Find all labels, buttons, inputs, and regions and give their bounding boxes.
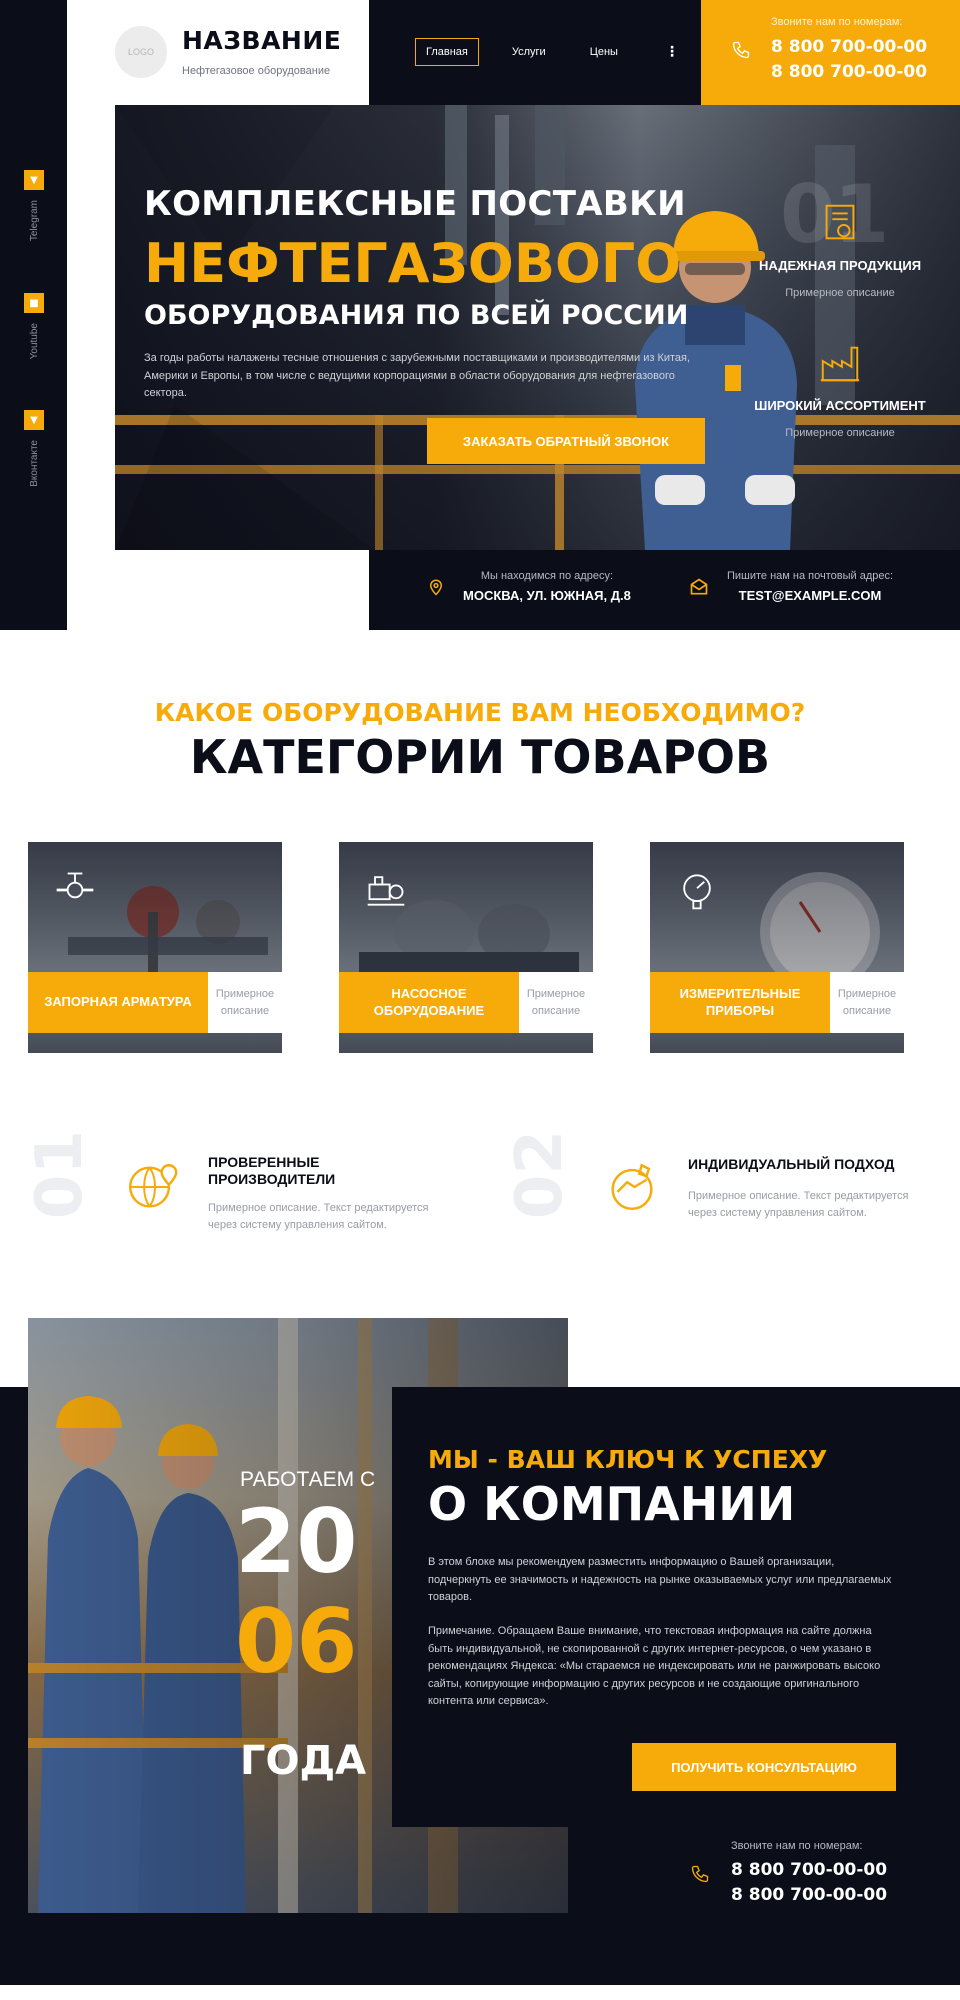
phone-number[interactable]: 8 800 700-00-00 xyxy=(731,1885,887,1905)
phone-icon xyxy=(691,1865,709,1883)
phone-number[interactable]: 8 800 700-00-00 xyxy=(731,1860,887,1880)
social-vk[interactable]: ▼ Вконтакте xyxy=(22,410,46,487)
address-info: Мы находимся по адресу: МОСКВА, УЛ. ЮЖНА… xyxy=(427,570,631,603)
contact-info-bar: Мы находимся по адресу: МОСКВА, УЛ. ЮЖНА… xyxy=(369,550,960,630)
globe-pin-icon xyxy=(129,1164,178,1208)
advantage-title: ПРОВЕРЕННЫЕ ПРОИЗВОДИТЕЛИ xyxy=(208,1154,336,1187)
factory-icon xyxy=(820,346,860,382)
phone-number[interactable]: 8 800 700-00-00 xyxy=(771,62,927,82)
advantage-desc: Примерное описание. Текст редактируется … xyxy=(208,1202,429,1231)
about-note: Примечание. Обращаем Ваше внимание, что … xyxy=(428,1625,881,1708)
phone-number[interactable]: 8 800 700-00-00 xyxy=(771,37,927,57)
nav-bar: Главная Услуги Цены ⋮ xyxy=(369,0,701,105)
logo: LOGO xyxy=(115,26,167,78)
brand-name: НАЗВАНИЕ xyxy=(182,26,342,55)
social-label: Telegram xyxy=(28,200,40,242)
category-card-instruments[interactable]: ИЗМЕРИТЕЛЬНЫЕ ПРИБОРЫ Примерное описание xyxy=(650,842,904,1053)
handshake-icon xyxy=(611,1163,653,1210)
email-value[interactable]: TEST@EXAMPLE.COM xyxy=(727,588,893,603)
category-desc: Примерное описание xyxy=(519,972,593,1033)
logo-block[interactable]: LOGO НАЗВАНИЕ Нефтегазовое оборудование xyxy=(67,0,369,105)
advantage-item-approach: 02 ИНДИВИДУАЛЬНЫЙ ПОДХОД Примерное описа… xyxy=(503,1130,948,1240)
category-desc: Примерное описание xyxy=(208,972,282,1033)
youtube-icon: ■ xyxy=(24,293,44,313)
about-paragraph: В этом блоке мы рекомендуем разместить и… xyxy=(428,1556,892,1604)
email-label: Пишите нам на почтовый адрес: xyxy=(727,570,894,582)
feature-assortment: ШИРОКИЙ АССОРТИМЕНТ Примерное описание xyxy=(740,340,940,439)
feature-title: ШИРОКИЙ АССОРТИМЕНТ xyxy=(754,398,926,413)
consultation-button[interactable]: ПОЛУЧИТЬ КОНСУЛЬТАЦИЮ xyxy=(632,1743,896,1791)
hero-description: За годы работы налажены тесные отношения… xyxy=(144,352,691,400)
category-card-valves[interactable]: ЗАПОРНАЯ АРМАТУРА Примерное описание xyxy=(28,842,282,1053)
about-subtitle: МЫ - ВАШ КЛЮЧ К УСПЕХУ xyxy=(428,1445,828,1474)
callback-button[interactable]: ЗАКАЗАТЬ ОБРАТНЫЙ ЗВОНОК xyxy=(427,418,705,464)
categories-title: КАТЕГОРИИ ТОВАРОВ xyxy=(189,730,771,784)
certificate-icon xyxy=(825,204,855,240)
nav-item-home[interactable]: Главная xyxy=(415,38,479,66)
social-youtube[interactable]: ■ Youtube xyxy=(22,293,46,359)
feature-title: НАДЕЖНАЯ ПРОДУКЦИЯ xyxy=(758,258,922,273)
location-pin-icon xyxy=(429,579,443,596)
about-title: О КОМПАНИИ xyxy=(428,1477,796,1531)
hero-title-line2: НЕФТЕГАЗОВОГО xyxy=(144,232,682,295)
vk-icon: ▼ xyxy=(24,410,44,430)
page-bottom-strip xyxy=(0,1985,960,2000)
category-name: ИЗМЕРИТЕЛЬНЫЕ ПРИБОРЫ xyxy=(650,972,830,1033)
valve-icon xyxy=(56,872,94,899)
main-nav: Главная Услуги Цены ⋮ xyxy=(415,38,679,66)
nav-item-prices[interactable]: Цены xyxy=(579,38,629,66)
hero-section: ▼ Telegram ■ Youtube ▼ Вконтакте LOGO НА… xyxy=(0,0,960,630)
pump-icon xyxy=(367,876,405,906)
mail-icon xyxy=(690,577,708,594)
social-label: Вконтакте xyxy=(28,440,40,487)
hero-title-line1: КОМПЛЕКСНЫЕ ПОСТАВКИ xyxy=(144,184,686,224)
telegram-icon: ▼ xyxy=(24,170,44,190)
more-menu-icon[interactable]: ⋮ xyxy=(665,44,679,60)
phone-title: Звоните нам по номерам: xyxy=(771,16,903,28)
category-desc: Примерное описание xyxy=(830,972,904,1033)
advantage-number: 01 xyxy=(23,1130,97,1220)
brand-subtitle: Нефтегазовое оборудование xyxy=(182,65,331,77)
gauge-icon xyxy=(683,874,711,910)
advantage-item-producers: 01 ПРОВЕРЕННЫЕ ПРОИЗВОДИТЕЛИ Примерное оп… xyxy=(23,1130,468,1240)
social-label: Youtube xyxy=(28,323,40,360)
hero-title-line3: ОБОРУДОВАНИЯ ПО ВСЕЙ РОССИИ xyxy=(144,300,689,331)
category-name: НАСОСНОЕ ОБОРУДОВАНИЕ xyxy=(339,972,519,1033)
since-year-part2: 06 xyxy=(235,1590,358,1693)
feature-desc: Примерное описание xyxy=(785,287,895,299)
address-value: МОСКВА, УЛ. ЮЖНАЯ, Д.8 xyxy=(463,588,631,603)
feature-reliable: НАДЕЖНАЯ ПРОДУКЦИЯ Примерное описание xyxy=(740,200,940,299)
advantage-number: 02 xyxy=(503,1130,577,1220)
feature-desc: Примерное описание xyxy=(785,427,895,439)
header-phones: Звоните нам по номерам: 8 800 700-00-00 … xyxy=(701,0,960,105)
social-telegram[interactable]: ▼ Telegram xyxy=(22,170,46,241)
nav-item-services[interactable]: Услуги xyxy=(501,38,557,66)
page: ▼ Telegram ■ Youtube ▼ Вконтакте LOGO НА… xyxy=(0,0,960,2000)
category-card-pumps[interactable]: НАСОСНОЕ ОБОРУДОВАНИЕ Примерное описание xyxy=(339,842,593,1053)
address-label: Мы находимся по адресу: xyxy=(480,570,613,582)
category-name: ЗАПОРНАЯ АРМАТУРА xyxy=(28,972,208,1033)
since-year-part1: 20 xyxy=(235,1490,358,1593)
since-label: РАБОТАЕМ С xyxy=(240,1468,376,1491)
advantage-title: ИНДИВИДУАЛЬНЫЙ ПОДХОД xyxy=(688,1156,895,1172)
since-year-label: ГОДА xyxy=(240,1738,367,1784)
advantage-desc: Примерное описание. Текст редактируется … xyxy=(688,1190,909,1219)
phone-icon xyxy=(732,41,750,59)
phone-title: Звоните нам по номерам: xyxy=(731,1840,863,1852)
email-info: Пишите нам на почтовый адрес: TEST@EXAMP… xyxy=(689,570,893,603)
categories-subtitle: КАКОЕ ОБОРУДОВАНИЕ ВАМ НЕОБХОДИМО? xyxy=(154,698,806,727)
